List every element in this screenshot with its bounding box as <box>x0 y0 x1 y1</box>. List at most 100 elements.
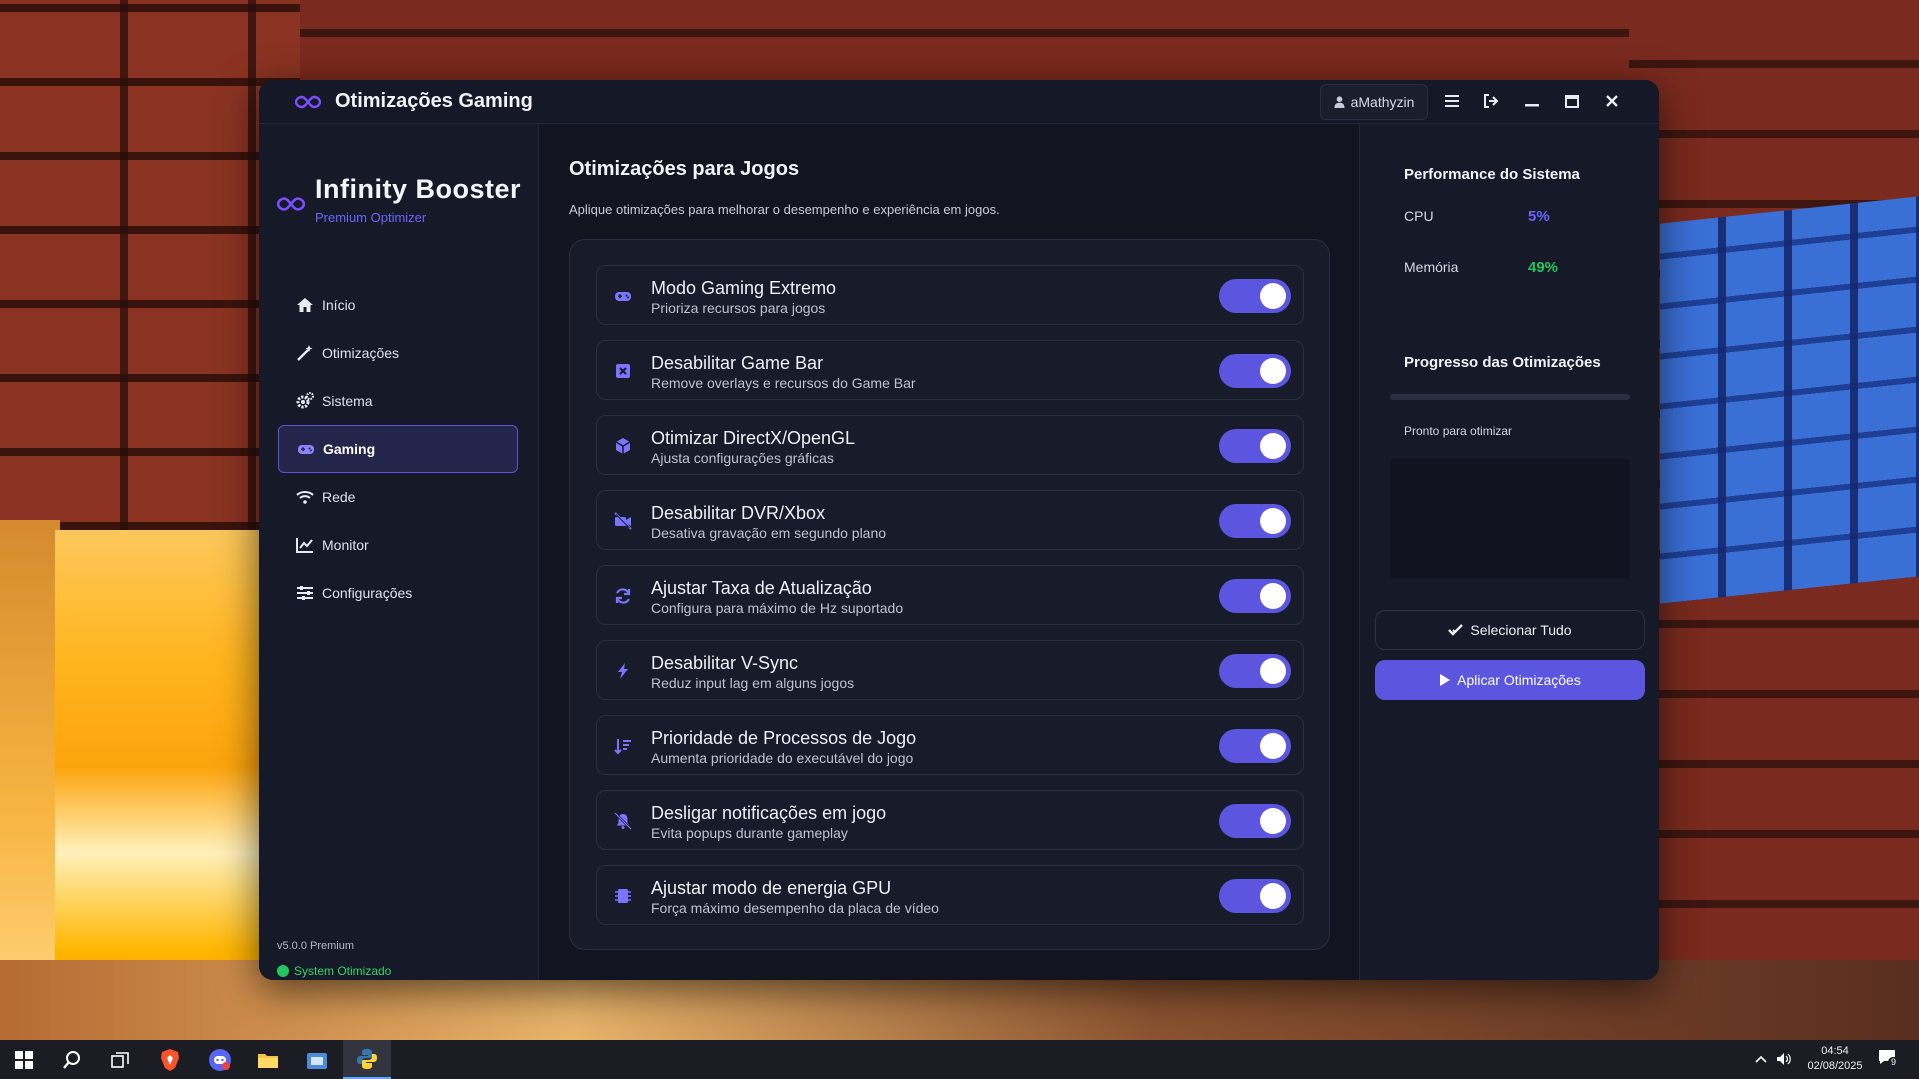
wifi-icon <box>296 491 314 504</box>
option-row-process-priority[interactable]: Prioridade de Processos de Jogo Aumenta … <box>596 715 1304 775</box>
folder-icon <box>258 1053 278 1068</box>
option-toggle[interactable] <box>1219 429 1291 463</box>
sidebar: Infinity Booster Premium Optimizer Iníci… <box>259 124 539 980</box>
option-description: Aumenta prioridade do executável do jogo <box>651 750 914 766</box>
infinity-logo-icon <box>277 197 305 211</box>
desktop-background-fire <box>55 530 260 960</box>
magic-wand-icon <box>297 345 313 361</box>
title-bar[interactable]: Otimizações Gaming aMathyzin <box>259 80 1659 124</box>
system-status-label: System Otimizado <box>294 964 392 978</box>
gears-icon <box>296 392 314 409</box>
apply-label: Aplicar Otimizações <box>1457 672 1581 688</box>
user-name: aMathyzin <box>1350 94 1415 110</box>
status-dot-icon <box>277 965 289 977</box>
right-panel: Performance do Sistema CPU 5% Memória 49… <box>1359 124 1659 980</box>
search-button[interactable] <box>48 1040 96 1079</box>
option-description: Evita popups durante gameplay <box>651 825 848 841</box>
option-toggle[interactable] <box>1219 879 1291 913</box>
option-row-notifications[interactable]: Desligar notificações em jogo Evita popu… <box>596 790 1304 850</box>
sidebar-item-gaming[interactable]: Gaming <box>278 425 518 473</box>
cpu-value: 5% <box>1528 208 1550 225</box>
taskbar-app-brave[interactable] <box>146 1040 194 1079</box>
option-name: Otimizar DirectX/OpenGL <box>651 428 856 448</box>
option-toggle[interactable] <box>1219 729 1291 763</box>
select-all-label: Selecionar Tudo <box>1470 622 1572 638</box>
option-row-vsync[interactable]: Desabilitar V-Sync Reduz input lag em al… <box>596 640 1304 700</box>
taskbar-app-python[interactable] <box>343 1040 391 1079</box>
taskbar-clock[interactable]: 04:54 02/08/2025 <box>1800 1044 1870 1074</box>
page-subtitle: Aplique otimizações para melhorar o dese… <box>569 202 1000 217</box>
user-icon <box>1334 96 1345 108</box>
sidebar-item-inicio[interactable]: Início <box>278 281 518 329</box>
taskbar-app-store[interactable] <box>293 1040 341 1079</box>
option-toggle[interactable] <box>1219 354 1291 388</box>
volume-icon[interactable] <box>1776 1052 1792 1066</box>
close-icon[interactable] <box>1602 91 1622 111</box>
sidebar-item-configuracoes[interactable]: Configurações <box>278 569 518 617</box>
clock-date: 02/08/2025 <box>1807 1060 1863 1072</box>
microchip-icon <box>613 886 633 906</box>
option-toggle[interactable] <box>1219 654 1291 688</box>
infinity-logo-icon <box>295 95 321 108</box>
app-window: Otimizações Gaming aMathyzin Infinity Bo… <box>259 80 1659 980</box>
sidebar-item-rede[interactable]: Rede <box>278 473 518 521</box>
toggle-knob <box>1260 733 1286 759</box>
user-chip[interactable]: aMathyzin <box>1320 84 1428 120</box>
select-all-button[interactable]: Selecionar Tudo <box>1375 610 1645 650</box>
notification-center-button[interactable]: 9 <box>1878 1049 1900 1071</box>
apply-optimizations-button[interactable]: Aplicar Otimizações <box>1375 660 1645 700</box>
sort-amount-icon <box>613 736 633 756</box>
option-name: Desabilitar DVR/Xbox <box>651 503 826 523</box>
home-icon <box>297 298 313 312</box>
chevron-up-icon[interactable] <box>1755 1055 1767 1063</box>
sync-icon <box>613 586 633 606</box>
option-toggle[interactable] <box>1219 579 1291 613</box>
toggle-knob <box>1260 808 1286 834</box>
toggle-knob <box>1260 883 1286 909</box>
desktop-background-glow <box>0 520 60 1000</box>
start-button[interactable] <box>0 1040 48 1079</box>
option-name: Desabilitar Game Bar <box>651 353 824 373</box>
memory-label: Memória <box>1404 259 1459 275</box>
video-slash-icon <box>613 511 633 531</box>
sidebar-item-label: Configurações <box>322 585 413 601</box>
windows-logo-icon <box>15 1050 33 1069</box>
options-panel: Modo Gaming Extremo Prioriza recursos pa… <box>569 239 1330 950</box>
brand-subtitle: Premium Optimizer <box>315 210 427 225</box>
sidebar-item-sistema[interactable]: Sistema <box>278 377 518 425</box>
minimize-icon[interactable] <box>1522 91 1542 111</box>
option-row-modo-gaming[interactable]: Modo Gaming Extremo Prioriza recursos pa… <box>596 265 1304 325</box>
option-description: Configura para máximo de Hz suportado <box>651 600 904 616</box>
toggle-knob <box>1260 508 1286 534</box>
maximize-icon[interactable] <box>1562 91 1582 111</box>
sidebar-item-monitor[interactable]: Monitor <box>278 521 518 569</box>
option-row-dvr[interactable]: Desabilitar DVR/Xbox Desativa gravação e… <box>596 490 1304 550</box>
sidebar-item-label: Gaming <box>323 441 376 457</box>
taskbar-app-discord[interactable] <box>196 1040 244 1079</box>
logout-icon[interactable] <box>1481 91 1501 111</box>
sidebar-item-otimizacoes[interactable]: Otimizações <box>278 329 518 377</box>
option-description: Força máximo desempenho da placa de víde… <box>651 900 939 916</box>
option-name: Ajustar modo de energia GPU <box>651 878 892 898</box>
option-toggle[interactable] <box>1219 504 1291 538</box>
option-description: Desativa gravação em segundo plano <box>651 525 887 541</box>
memory-value: 49% <box>1528 259 1559 276</box>
sidebar-item-label: Início <box>322 297 356 313</box>
window-title: Otimizações Gaming <box>335 90 533 112</box>
menu-icon[interactable] <box>1442 91 1462 111</box>
option-toggle[interactable] <box>1219 804 1291 838</box>
option-row-refresh-rate[interactable]: Ajustar Taxa de Atualização Configura pa… <box>596 565 1304 625</box>
option-row-game-bar[interactable]: Desabilitar Game Bar Remove overlays e r… <box>596 340 1304 400</box>
python-icon <box>357 1048 377 1069</box>
option-row-directx[interactable]: Otimizar DirectX/OpenGL Ajusta configura… <box>596 415 1304 475</box>
optimization-log <box>1390 459 1630 579</box>
task-view-button[interactable] <box>96 1040 144 1079</box>
taskbar-app-explorer[interactable] <box>244 1040 292 1079</box>
sidebar-item-label: Sistema <box>322 393 373 409</box>
toggle-knob <box>1260 358 1286 384</box>
option-toggle[interactable] <box>1219 279 1291 313</box>
option-description: Remove overlays e recursos do Game Bar <box>651 375 916 391</box>
brave-browser-icon <box>161 1048 179 1071</box>
gamepad-icon <box>613 286 633 306</box>
option-row-gpu-power[interactable]: Ajustar modo de energia GPU Força máximo… <box>596 865 1304 925</box>
